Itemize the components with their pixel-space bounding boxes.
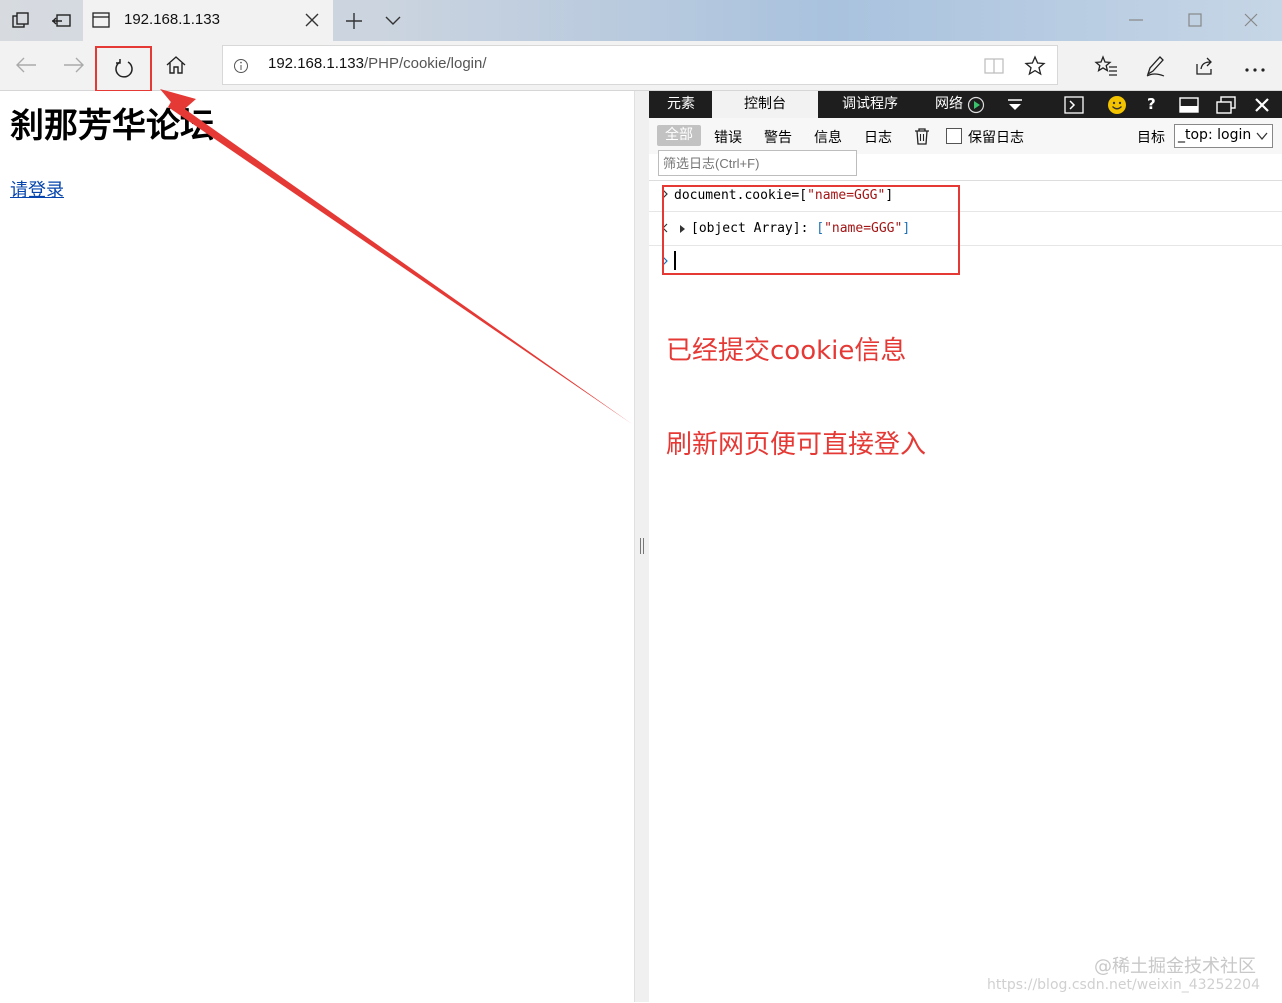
- dock-bottom-icon[interactable]: [1179, 96, 1199, 118]
- reading-view-icon[interactable]: [984, 57, 1004, 79]
- annotation-note-1: 已经提交cookie信息: [666, 336, 907, 366]
- refresh-button[interactable]: [95, 46, 152, 92]
- home-icon: [166, 56, 186, 74]
- tab-title: 192.168.1.133: [124, 11, 220, 28]
- help-icon[interactable]: ?: [1147, 95, 1156, 113]
- minimize-icon[interactable]: [1128, 12, 1144, 32]
- network-record-icon[interactable]: [967, 96, 985, 118]
- back-button[interactable]: [10, 49, 42, 81]
- tab-network[interactable]: 网络: [926, 91, 972, 118]
- filter-warnings[interactable]: 警告: [764, 127, 792, 147]
- refresh-icon: [114, 59, 133, 78]
- forward-button[interactable]: [58, 49, 90, 81]
- tab-debugger[interactable]: 调试程序: [826, 91, 914, 118]
- console-highlight-box: [662, 185, 960, 275]
- close-devtools-icon[interactable]: [1254, 97, 1270, 117]
- new-tab-icon[interactable]: [344, 11, 364, 35]
- favorite-star-icon[interactable]: [1024, 55, 1046, 81]
- filter-info[interactable]: 信息: [814, 127, 842, 147]
- preserve-log-label: 保留日志: [968, 130, 1024, 146]
- set-aside-tabs-icon[interactable]: [48, 8, 74, 34]
- chevron-down-icon: [1256, 132, 1268, 141]
- tab-elements[interactable]: 元素: [651, 91, 711, 118]
- watermark-url: https://blog.csdn.net/weixin_43252204: [986, 977, 1260, 993]
- filter-all[interactable]: 全部: [657, 125, 701, 146]
- console-filter-input[interactable]: [658, 150, 857, 176]
- address-path: /PHP/cookie/login/: [363, 55, 487, 72]
- console-toggle-icon[interactable]: [1064, 96, 1084, 118]
- address-host: 192.168.1.133: [268, 55, 364, 72]
- target-select-value: _top: login: [1178, 127, 1252, 143]
- tab-manager-icon[interactable]: [8, 8, 34, 34]
- more-options-icon[interactable]: [1244, 62, 1266, 77]
- login-link[interactable]: 请登录: [10, 176, 64, 202]
- address-url[interactable]: 192.168.1.133/PHP/cookie/login/: [268, 55, 487, 72]
- undock-icon[interactable]: [1216, 96, 1236, 118]
- close-window-icon[interactable]: [1243, 12, 1259, 32]
- feedback-smiley-icon[interactable]: [1107, 95, 1127, 119]
- chevron-down-icon[interactable]: [385, 14, 401, 30]
- favorites-hub-icon[interactable]: [1094, 55, 1118, 81]
- maximize-icon[interactable]: [1187, 12, 1203, 32]
- target-select[interactable]: _top: login: [1174, 124, 1273, 148]
- filter-errors[interactable]: 错误: [714, 127, 742, 147]
- share-icon[interactable]: [1194, 55, 1216, 81]
- annotation-note-2: 刷新网页便可直接登入: [666, 430, 927, 460]
- web-page: [0, 91, 634, 1002]
- pen-notes-icon[interactable]: [1144, 54, 1166, 82]
- preserve-log-checkbox[interactable]: [946, 128, 962, 144]
- info-icon[interactable]: [233, 58, 249, 78]
- close-tab-icon[interactable]: [304, 12, 320, 32]
- target-label: 目标: [1137, 130, 1165, 146]
- tab-console[interactable]: 控制台: [712, 91, 818, 118]
- page-title: 刹那芳华论坛: [10, 106, 214, 146]
- filter-logs[interactable]: 日志: [864, 127, 892, 147]
- home-button[interactable]: [160, 49, 192, 81]
- console-output[interactable]: [649, 180, 1282, 1003]
- page-icon: [92, 12, 110, 32]
- watermark: @稀土掘金技术社区: [1094, 956, 1256, 977]
- clear-console-icon[interactable]: [914, 127, 930, 149]
- splitter-grip-icon[interactable]: [640, 538, 644, 554]
- more-tabs-chevron-icon[interactable]: [1006, 98, 1024, 116]
